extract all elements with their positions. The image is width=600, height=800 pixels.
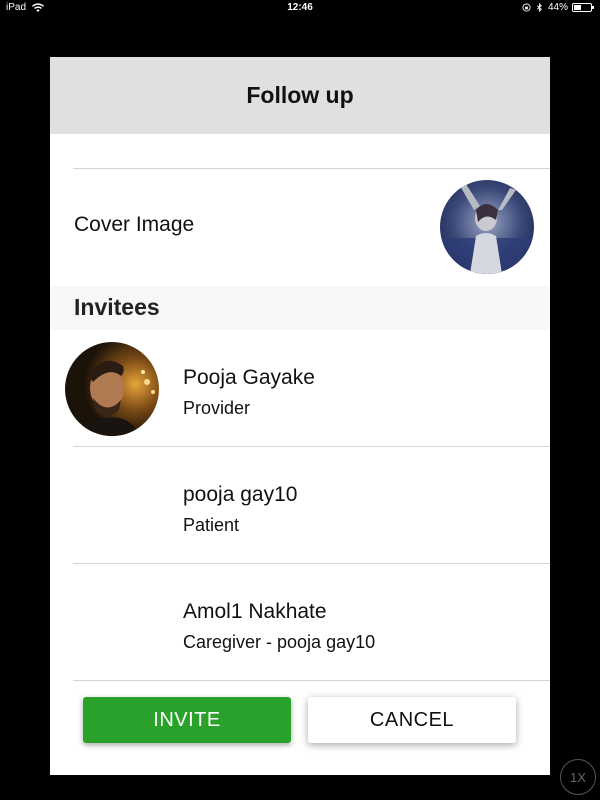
cover-image-label: Cover Image [74,213,195,236]
invitees-section-header: Invitees [50,286,550,330]
invitee-name: Pooja Gayake [183,366,315,389]
status-time: 12:46 [287,2,313,13]
orientation-lock-icon [522,3,531,12]
status-bar: iPad 12:46 44% [0,0,600,18]
invitees-title: Invitees [74,294,160,320]
cover-photo-image [440,180,534,274]
divider [73,680,550,681]
zoom-badge[interactable]: 1X [560,759,596,795]
invite-button[interactable]: INVITE [83,697,291,743]
status-right: 44% [522,2,594,13]
modal-footer: INVITE CANCEL [50,685,550,775]
invitee-name: pooja gay10 [183,483,298,506]
modal-header: Follow up [50,57,550,134]
invitee-role: Caregiver - pooja gay10 [183,632,376,652]
cover-image-row[interactable]: Cover Image [50,169,550,286]
cover-image-thumbnail[interactable] [440,180,534,274]
battery-fill [574,5,582,10]
modal-title: Follow up [246,82,354,108]
cancel-button[interactable]: CANCEL [308,697,516,743]
invitee-row[interactable]: Pooja Gayake Provider [50,330,550,447]
invitee-row[interactable]: Amol1 Nakhate Caregiver - pooja gay10 [50,564,550,681]
invitee-role: Provider [183,398,251,418]
follow-up-modal: Follow up Cover Image Invitees Pooja Gay… [50,57,550,775]
battery-icon [572,3,594,12]
battery-percentage: 44% [547,2,568,13]
avatar-photo [65,342,159,436]
avatar [65,342,159,436]
bluetooth-icon [536,3,542,12]
invitee-row[interactable]: pooja gay10 Patient [50,447,550,564]
invitee-name: Amol1 Nakhate [183,600,327,623]
invitee-role: Patient [183,515,240,535]
